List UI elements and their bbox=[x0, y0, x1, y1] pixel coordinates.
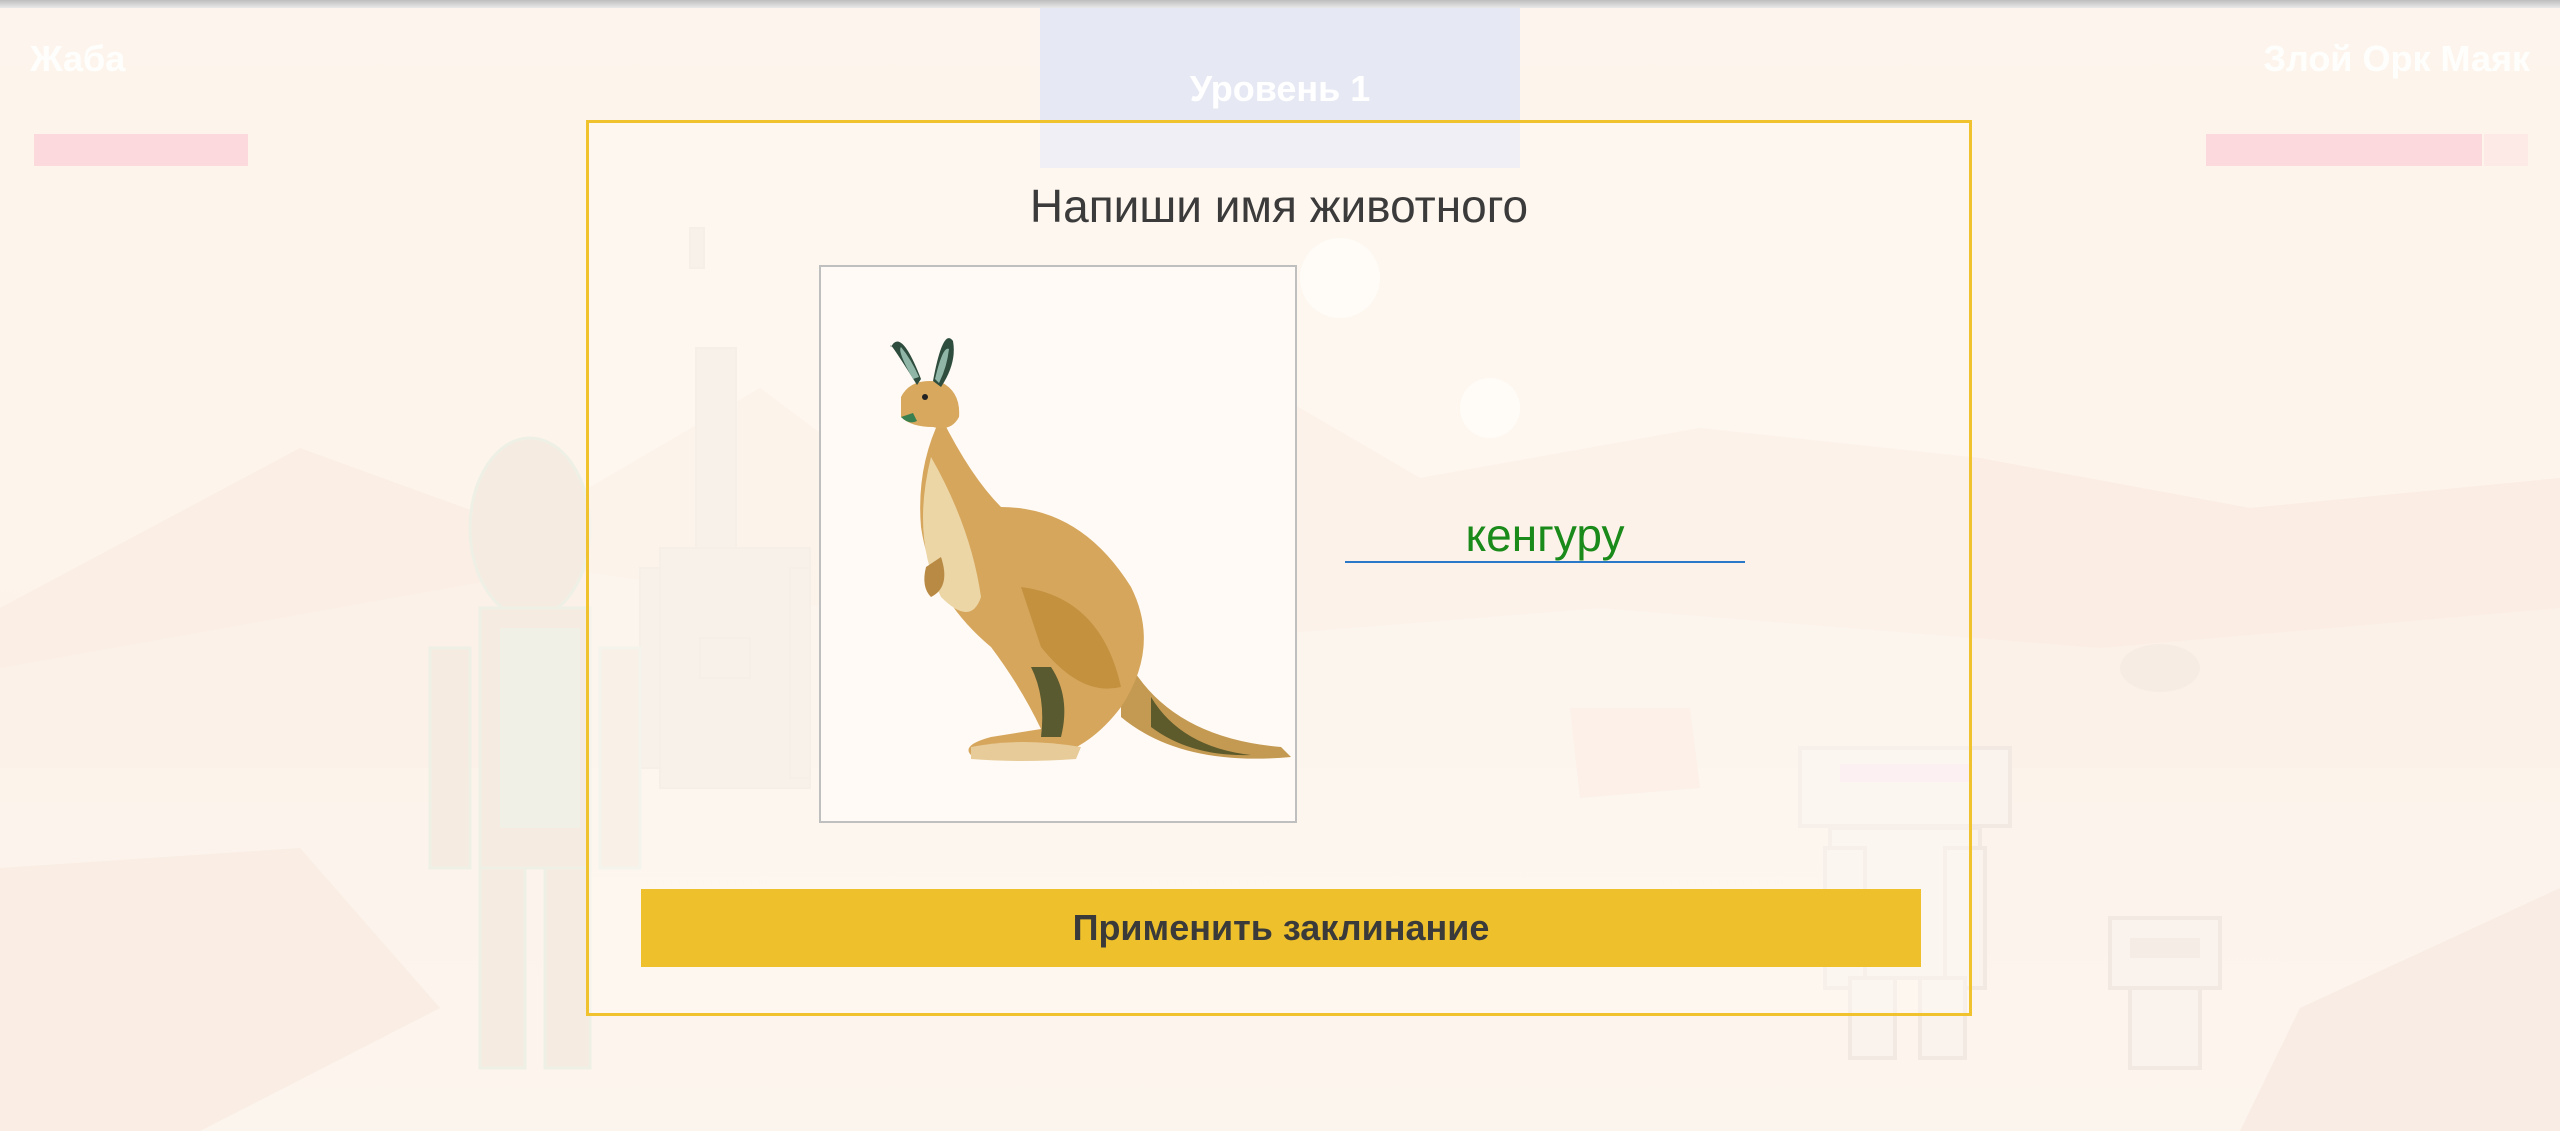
right-player-name: Злой Орк Маяк bbox=[2263, 38, 2530, 79]
right-health-bar-remainder bbox=[2484, 134, 2528, 166]
left-health-bar bbox=[34, 134, 248, 166]
animal-picture bbox=[819, 265, 1297, 823]
window-top-border bbox=[0, 0, 2560, 8]
kangaroo-image bbox=[890, 338, 1291, 761]
spell-dialog: Напиши имя животного Применит bbox=[586, 120, 1972, 1016]
answer-input[interactable] bbox=[1345, 509, 1745, 563]
dialog-title: Напиши имя животного bbox=[1029, 180, 1529, 232]
cast-spell-button[interactable]: Применить заклинание bbox=[641, 889, 1921, 967]
left-player-name: Жаба bbox=[30, 38, 126, 79]
level-label: Уровень 1 bbox=[1189, 68, 1371, 109]
right-health-bar bbox=[2206, 134, 2482, 166]
